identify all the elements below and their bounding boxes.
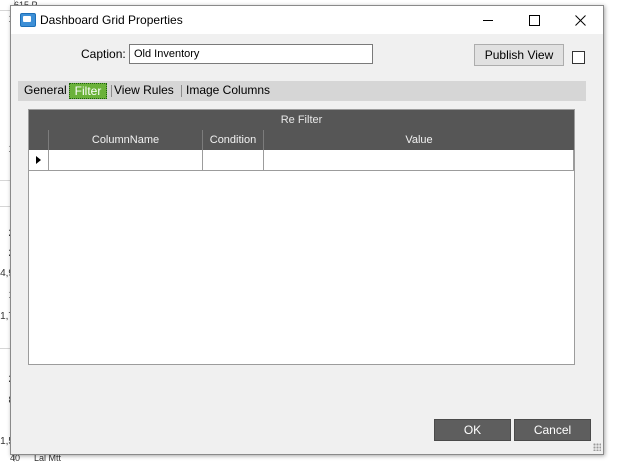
cell-condition[interactable] xyxy=(202,150,263,170)
cancel-button[interactable]: Cancel xyxy=(514,419,591,441)
resize-grip-icon[interactable] xyxy=(593,443,601,451)
maximize-icon xyxy=(528,14,540,26)
publish-view-checkbox[interactable] xyxy=(572,51,585,64)
caption-label: Caption: xyxy=(81,47,126,61)
row-selector[interactable] xyxy=(29,150,48,170)
dashboard-grid-properties-dialog: Dashboard Grid Properties Caption: Old I… xyxy=(10,5,604,455)
column-header-columnname[interactable]: ColumnName xyxy=(48,130,202,150)
minimize-button[interactable] xyxy=(465,6,511,34)
grid-title: Re Filter xyxy=(29,110,574,130)
close-button[interactable] xyxy=(557,6,603,34)
ok-button[interactable]: OK xyxy=(434,419,511,441)
cell-value[interactable] xyxy=(263,150,574,170)
minimize-icon xyxy=(483,19,493,21)
caption-input[interactable]: Old Inventory xyxy=(129,44,373,64)
grid-header-row: ColumnName Condition Value xyxy=(29,130,574,150)
maximize-button[interactable] xyxy=(511,6,557,34)
column-header-condition[interactable]: Condition xyxy=(202,130,263,150)
tab-bar: General Filter View Rules Image Columns xyxy=(18,81,586,101)
row-indicator-icon xyxy=(36,156,41,164)
title-bar[interactable]: Dashboard Grid Properties xyxy=(11,6,603,34)
row-header-corner xyxy=(29,130,48,150)
tab-filter[interactable]: Filter xyxy=(69,83,107,99)
dialog-title: Dashboard Grid Properties xyxy=(40,13,183,27)
close-icon xyxy=(574,14,586,26)
filter-grid[interactable]: Re Filter ColumnName Condition Value xyxy=(28,109,575,365)
app-icon xyxy=(20,13,36,27)
tab-general[interactable]: General xyxy=(20,81,71,101)
column-header-value[interactable]: Value xyxy=(263,130,574,150)
tab-view-rules[interactable]: View Rules xyxy=(110,81,178,101)
publish-view-button[interactable]: Publish View xyxy=(474,44,564,66)
tab-image-columns[interactable]: Image Columns xyxy=(182,81,274,101)
cell-columnname[interactable] xyxy=(48,150,202,170)
table-row[interactable] xyxy=(29,150,574,171)
